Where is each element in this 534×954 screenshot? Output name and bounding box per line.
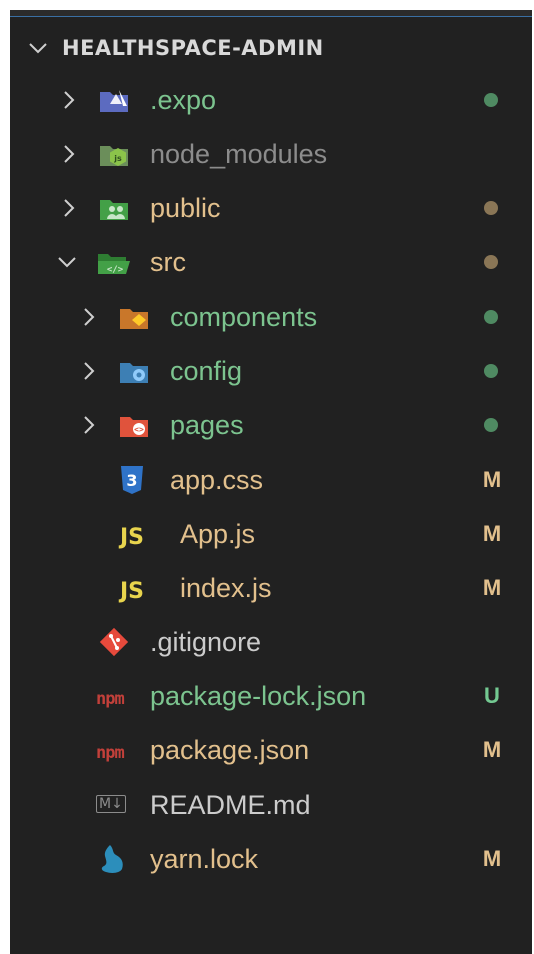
git-icon — [99, 627, 129, 657]
tree-item-label: pages — [170, 410, 244, 440]
explorer-header[interactable]: HEALTHSPACE-ADMIN — [10, 32, 532, 64]
tree-item-package-lock-json[interactable]: npm package-lock.json U — [10, 672, 532, 720]
tree-item-label: public — [150, 193, 221, 223]
git-status-badge: M — [482, 521, 502, 546]
workspace-title: HEALTHSPACE-ADMIN — [62, 36, 324, 60]
tree-item-label: node_modules — [150, 139, 328, 169]
tree-item-app-js[interactable]: JS App.js M — [10, 510, 532, 558]
chevron-right-icon[interactable] — [58, 196, 80, 220]
git-status-badge: M — [482, 467, 502, 492]
config-folder-icon — [120, 363, 148, 383]
chevron-down-icon[interactable] — [56, 250, 78, 274]
svg-text:3: 3 — [126, 471, 137, 490]
components-folder-icon — [120, 309, 148, 329]
tree-item-label: package.json — [150, 735, 310, 765]
tree-item-label: .gitignore — [150, 627, 262, 657]
explorer-panel: HEALTHSPACE-ADMIN .expo js node_modules — [10, 10, 532, 954]
tree-item-components[interactable]: components — [10, 293, 532, 341]
tree-item-pages[interactable]: <> pages — [10, 401, 532, 449]
chevron-right-icon[interactable] — [58, 88, 80, 112]
tree-item-app-css[interactable]: 3 app.css M — [10, 456, 532, 504]
git-status-badge: M — [482, 737, 502, 762]
status-dot — [484, 93, 498, 107]
panel-top-border — [10, 10, 532, 17]
chevron-right-icon[interactable] — [78, 305, 100, 329]
svg-text:</>: </> — [107, 265, 124, 275]
tree-item-config[interactable]: config — [10, 347, 532, 395]
git-status-badge: M — [482, 846, 502, 871]
npm-icon: npm — [96, 743, 125, 763]
tree-item-label: README.md — [150, 790, 311, 820]
tree-item-index-js[interactable]: JS index.js M — [10, 564, 532, 612]
chevron-right-icon[interactable] — [58, 142, 80, 166]
tree-item-expo[interactable]: .expo — [10, 76, 532, 124]
chevron-down-icon[interactable] — [26, 36, 50, 60]
npm-icon: npm — [96, 689, 125, 709]
git-status-badge: U — [484, 683, 500, 708]
status-dot — [484, 255, 498, 269]
tree-item-label: .expo — [150, 85, 217, 115]
tree-item-yarn-lock[interactable]: yarn.lock M — [10, 835, 532, 883]
svg-text:js: js — [113, 154, 122, 163]
yarn-icon — [101, 845, 123, 873]
src-folder-open-icon: </> — [98, 254, 130, 275]
tree-item-label: index.js — [180, 573, 272, 603]
git-status-badge: M — [482, 575, 502, 600]
node-folder-icon: js — [100, 146, 128, 166]
tree-item-label: config — [170, 356, 243, 386]
status-dot — [484, 418, 498, 432]
chevron-right-icon[interactable] — [78, 413, 100, 437]
markdown-icon: M↓ — [96, 795, 126, 813]
tree-item-node-modules[interactable]: js node_modules — [10, 130, 532, 178]
status-dot — [484, 364, 498, 378]
tree-item-gitignore[interactable]: .gitignore — [10, 618, 532, 666]
tree-item-label: src — [150, 247, 186, 277]
expo-folder-icon — [100, 90, 128, 112]
svg-text:<>: <> — [134, 425, 144, 434]
tree-item-label: App.js — [180, 519, 256, 549]
tree-item-public[interactable]: public — [10, 184, 532, 232]
tree-item-package-json[interactable]: npm package.json M — [10, 726, 532, 774]
status-dot — [484, 201, 498, 215]
tree-item-label: yarn.lock — [150, 844, 259, 874]
tree-item-src[interactable]: </> src — [10, 238, 532, 286]
javascript-icon: JS — [120, 579, 145, 604]
tree-item-readme-md[interactable]: M↓ README.md — [10, 781, 532, 829]
javascript-icon: JS — [120, 525, 145, 550]
css3-icon: 3 — [121, 466, 143, 494]
chevron-right-icon[interactable] — [78, 359, 100, 383]
pages-folder-icon: <> — [120, 417, 148, 437]
tree-item-label: app.css — [170, 465, 264, 495]
tree-item-label: components — [170, 302, 318, 332]
tree-item-label: package-lock.json — [150, 681, 367, 711]
status-dot — [484, 310, 498, 324]
public-folder-icon — [100, 200, 128, 220]
